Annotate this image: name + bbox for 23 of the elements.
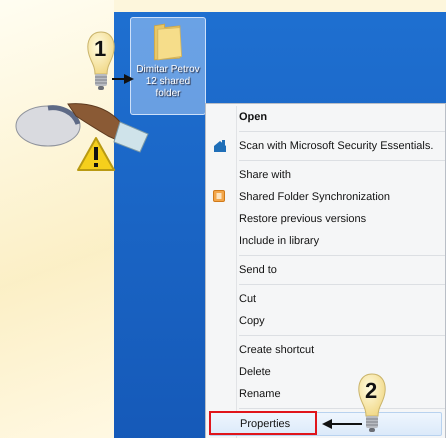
warning-icon (76, 136, 116, 172)
menu-item[interactable]: Share with (209, 164, 303, 186)
menu-item[interactable]: Create shortcut (209, 339, 326, 361)
lightbulb-icon (86, 30, 116, 92)
menu-item[interactable]: Scan with Microsoft Security Essentials. (209, 135, 446, 157)
menu-item[interactable]: Cut (209, 288, 268, 310)
menu-item[interactable]: Shared Folder Synchronization (209, 186, 402, 208)
menu-item[interactable]: Open (209, 106, 280, 128)
menu-item[interactable]: Send to (209, 259, 289, 281)
menu-item[interactable]: Restore previous versions (209, 208, 378, 230)
arrow (112, 74, 134, 84)
lightbulb-icon (357, 372, 387, 434)
house-icon (213, 139, 227, 153)
arrow (322, 419, 362, 429)
folder-label: Dimitar Petrov 12 shared folder (136, 64, 200, 100)
folder-icon (151, 22, 185, 62)
menu-item[interactable]: Copy (209, 310, 277, 332)
menu-item[interactable]: Delete (209, 361, 283, 383)
menu-item[interactable]: Rename (209, 383, 293, 405)
sync-app-icon (213, 190, 225, 202)
menu-item[interactable]: Include in library (209, 230, 332, 252)
step-number: 2 (365, 378, 378, 404)
step-number: 1 (94, 36, 106, 62)
